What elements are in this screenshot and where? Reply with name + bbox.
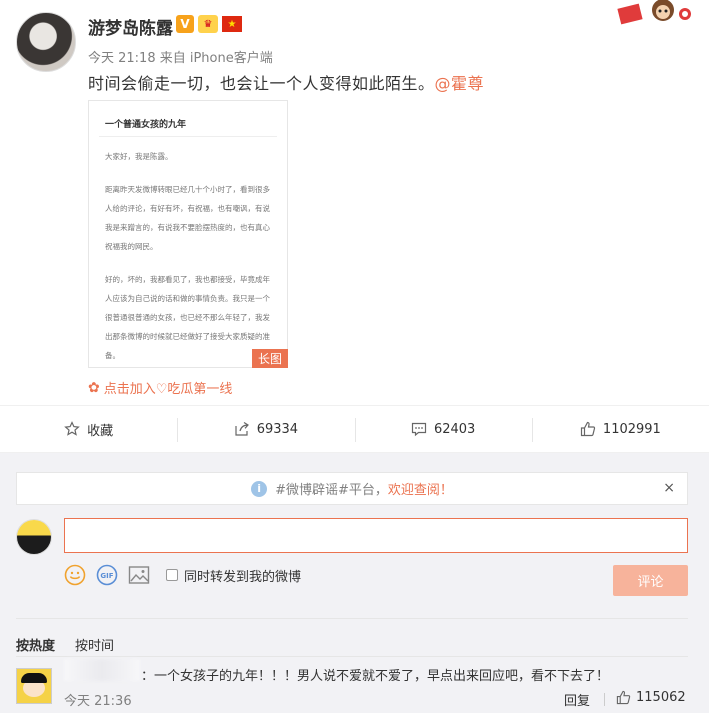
author-avatar[interactable] — [16, 12, 76, 72]
image-icon[interactable] — [128, 564, 150, 586]
star-icon — [64, 421, 80, 436]
sort-tabs: 按热度 按时间 — [16, 635, 114, 654]
verified-icon[interactable]: V — [176, 15, 194, 33]
china-flag-icon: ★ — [222, 16, 242, 32]
comment-time: 今天 21:36 — [64, 694, 132, 709]
comment-icon — [411, 422, 427, 437]
author-name[interactable]: 游梦岛陈露 — [88, 14, 173, 39]
commenter-avatar[interactable] — [16, 668, 52, 704]
notice-text: #微博辟谣#平台， — [275, 483, 388, 498]
join-group-link[interactable]: ✿ 点击加入♡吃瓜第一线 — [88, 378, 233, 398]
repost-label: 同时转发到我的微博 — [184, 569, 302, 585]
join-group-label: 点击加入♡吃瓜第一线 — [103, 382, 233, 397]
sort-by-time-tab[interactable]: 按时间 — [75, 635, 114, 654]
long-image-divider — [99, 136, 277, 137]
flower-icon: ✿ — [88, 379, 100, 396]
like-count: 1102991 — [602, 421, 661, 437]
repost-checkbox[interactable]: 同时转发到我的微博 — [166, 566, 301, 585]
info-icon: i — [251, 480, 268, 497]
close-icon[interactable]: × — [663, 480, 675, 496]
mention-link[interactable]: @霍尊 — [435, 74, 485, 93]
divider — [16, 618, 688, 619]
long-image-body: 大家好，我是陈露。 距离昨天发微博转眼已经几十个小时了，看到很多人给的评论，有好… — [105, 147, 273, 367]
comment-text: ：一个女孩子的九年！！！男人说不爱就不爱了，早点出来回应吧，看不下去了！ — [141, 669, 610, 684]
commenter-name-blurred[interactable] — [64, 659, 140, 681]
action-bar: 收藏 69334 62403 1102991 — [0, 405, 709, 453]
thumbs-up-icon — [616, 690, 631, 705]
rumor-notice-bar[interactable]: i #微博辟谣#平台， 欢迎查阅！ × — [16, 472, 688, 505]
checkbox-box[interactable] — [166, 569, 178, 581]
comment-input[interactable] — [64, 518, 688, 553]
comment-panel: i #微博辟谣#平台， 欢迎查阅！ × GIF 同时转发到我的微博 评论 按热度… — [0, 453, 709, 713]
post-meta: 今天 21:18 来自 iPhone客户端 — [88, 51, 273, 66]
gif-icon[interactable]: GIF — [96, 564, 118, 586]
divider — [16, 656, 688, 657]
comment-tools: GIF 同时转发到我的微博 — [64, 564, 301, 586]
notice-link[interactable]: 欢迎查阅！ — [388, 479, 453, 498]
submit-comment-button[interactable]: 评论 — [613, 565, 688, 596]
divider — [604, 693, 605, 706]
like-button[interactable]: 1102991 — [531, 406, 709, 452]
favorite-button[interactable]: 收藏 — [0, 406, 177, 452]
post-text: 时间会偷走一切，也会让一个人变得如此陌生。@霍尊 — [88, 70, 484, 94]
weibo-post: 游梦岛陈露 V ♛ ★ 今天 21:18 来自 iPhone客户端 时间会偷走一… — [0, 0, 709, 405]
long-image-paragraph: 大家好，我是陈露。 — [105, 152, 173, 161]
comment-button[interactable]: 62403 — [354, 406, 532, 452]
repost-count: 69334 — [256, 421, 299, 437]
comment-like-button[interactable]: 115062 — [616, 690, 686, 705]
author-badges: V ♛ ★ — [176, 15, 242, 33]
sort-by-hot-tab[interactable]: 按热度 — [16, 635, 55, 654]
svg-text:GIF: GIF — [100, 572, 113, 580]
emoji-icon[interactable] — [64, 564, 86, 586]
thumbs-up-icon — [580, 421, 596, 437]
member-crown-icon[interactable]: ♛ — [198, 15, 218, 33]
my-avatar[interactable] — [16, 519, 52, 555]
reply-button[interactable]: 回复 — [564, 690, 590, 709]
comment-like-count: 115062 — [636, 690, 686, 705]
post-body: 时间会偷走一切，也会让一个人变得如此陌生。 — [88, 74, 435, 93]
long-image-paragraph: 好的，坏的，我都看见了，我也都接受，毕竟成年人应该为自己说的话和做的事情负责。我… — [105, 275, 270, 360]
long-image-preview[interactable]: 一个普通女孩的九年 大家好，我是陈露。 距离昨天发微博转眼已经几十个小时了，看到… — [88, 100, 288, 368]
share-icon — [235, 421, 249, 436]
favorite-label: 收藏 — [87, 423, 114, 439]
comment-count: 62403 — [433, 421, 476, 437]
long-image-paragraph: 距离昨天发微博转眼已经几十个小时了，看到很多人给的评论，有好有坏，有祝福，也有嘲… — [105, 185, 270, 251]
long-image-title: 一个普通女孩的九年 — [105, 120, 187, 130]
corner-decoration-icon — [617, 0, 691, 25]
long-image-tag: 长图 — [252, 349, 288, 368]
repost-button[interactable]: 69334 — [177, 406, 354, 452]
